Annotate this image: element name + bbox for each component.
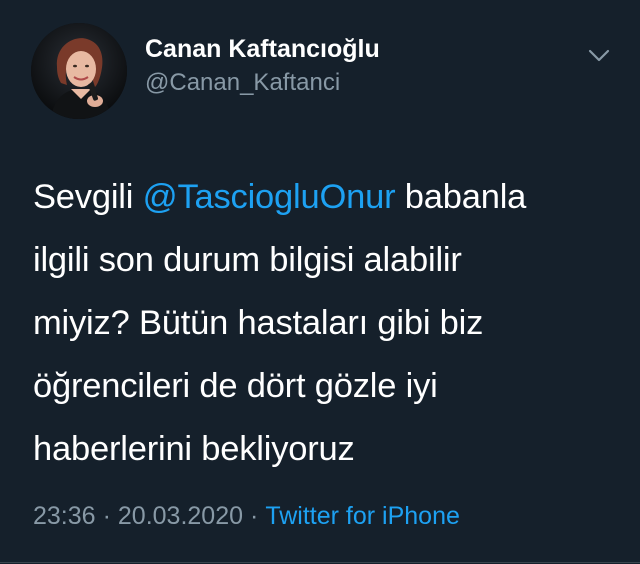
author-handle[interactable]: @Canan_Kaftanci bbox=[145, 68, 380, 98]
tweet-text-suffix: babanla bbox=[395, 178, 527, 216]
chevron-down-icon[interactable] bbox=[584, 40, 614, 70]
tweet-line-2: ilgili son durum bilgisi alabilir bbox=[33, 241, 462, 279]
tweet-meta: 23:36 · 20.03.2020 · Twitter for iPhone bbox=[33, 500, 460, 532]
tweet-text: Sevgili @TasciogluOnur babanla ilgili so… bbox=[33, 166, 623, 481]
tweet-time[interactable]: 23:36 bbox=[33, 502, 96, 530]
tweet-source-link[interactable]: Twitter for iPhone bbox=[265, 502, 460, 530]
author-display-name[interactable]: Canan Kaftancıoğlu bbox=[145, 34, 380, 64]
tweet-line-3: miyiz? Bütün hastaları gibi biz bbox=[33, 304, 484, 342]
avatar-photo bbox=[31, 23, 127, 119]
tweet-line-5: haberlerini bekliyoruz bbox=[33, 430, 355, 468]
tweet-text-prefix: Sevgili bbox=[33, 178, 143, 216]
divider bbox=[0, 562, 640, 563]
mention-link[interactable]: @TasciogluOnur bbox=[143, 178, 396, 216]
avatar[interactable] bbox=[31, 23, 127, 119]
tweet-line-1: Sevgili @TasciogluOnur babanla bbox=[33, 166, 623, 229]
author-block[interactable]: Canan Kaftancıoğlu @Canan_Kaftanci bbox=[145, 34, 380, 98]
tweet-card: Canan Kaftancıoğlu @Canan_Kaftanci Sevgi… bbox=[0, 0, 640, 564]
meta-separator-2: · bbox=[250, 502, 259, 530]
tweet-line-4: öğrencileri de dört gözle iyi bbox=[33, 367, 438, 405]
tweet-date[interactable]: 20.03.2020 bbox=[118, 502, 243, 530]
meta-separator: · bbox=[102, 502, 111, 530]
